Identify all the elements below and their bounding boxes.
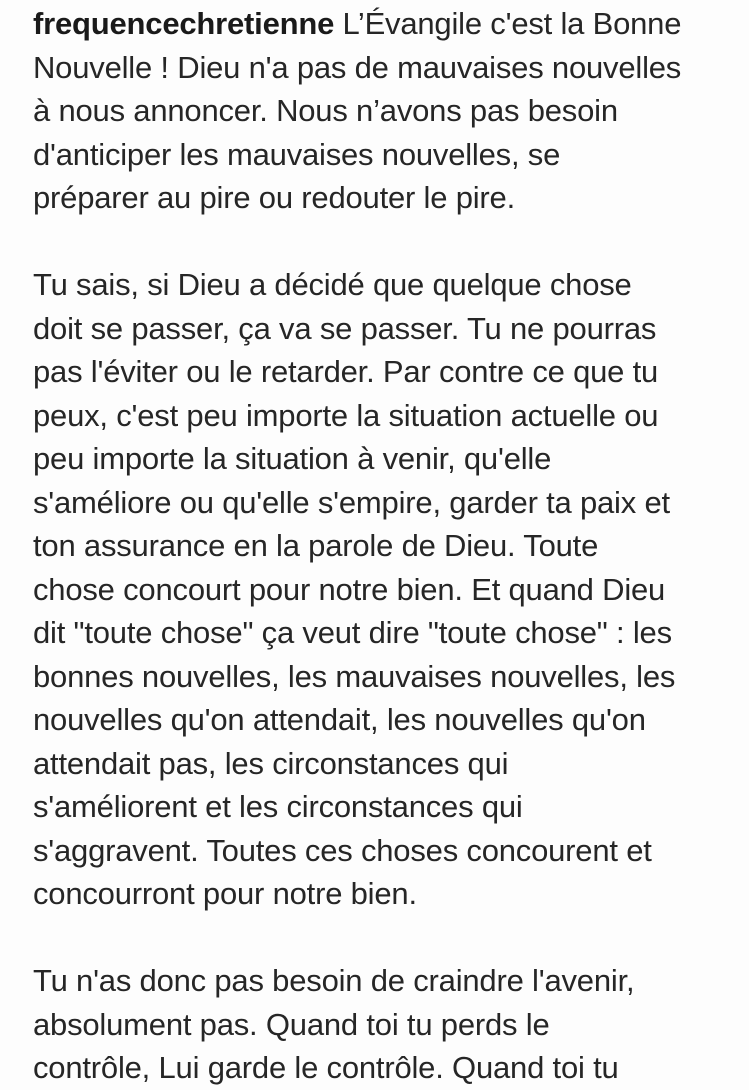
caption-line: s'améliore ou qu'elle s'empire, garder t… <box>33 484 670 520</box>
caption-line: pas l'éviter ou le retarder. Par contre … <box>33 354 659 389</box>
caption-line: Tu sais, si Dieu a décidé que quelque ch… <box>33 267 632 302</box>
caption-line: frequencechretienne L’Évangile c'est la … <box>33 2 733 46</box>
caption-line: absolument pas. Quand toi tu perds le <box>33 1006 550 1042</box>
username-link[interactable]: frequencechretienne <box>33 6 334 41</box>
caption-line: préparer au pire ou redouter le pire. <box>33 180 516 215</box>
caption-line: nouvelles qu'on attendait, les nouvelles… <box>33 702 646 737</box>
caption-line: d'anticiper les mauvaises nouvelles, se <box>33 136 561 172</box>
caption-paragraph-1: frequencechretienne L’Évangile c'est la … <box>33 2 733 220</box>
caption-line: concourront pour notre bien. <box>33 876 417 911</box>
caption-line: s'aggravent. Toutes ces choses concouren… <box>33 832 652 868</box>
caption-line: doit se passer, ça va se passer. Tu ne p… <box>33 310 657 346</box>
caption-line: contrôle, Lui garde le contrôle. Quand t… <box>33 1050 619 1085</box>
caption-line: peux, c'est peu importe la situation act… <box>33 397 659 433</box>
caption-line: peu importe la situation à venir, qu'ell… <box>33 441 552 476</box>
caption-paragraph-2: Tu sais, si Dieu a décidé que quelque ch… <box>33 263 733 916</box>
post-caption: frequencechretienne L’Évangile c'est la … <box>33 2 733 1090</box>
caption-line: Nouvelle ! Dieu n'a pas de mauvaises nou… <box>33 49 682 85</box>
caption-line: à nous annoncer. Nous n’avons pas besoin <box>33 93 618 128</box>
caption-line: dit "toute chose" ça veut dire "toute ch… <box>33 615 672 650</box>
caption-paragraph-3: Tu n'as donc pas besoin de craindre l'av… <box>33 959 733 1090</box>
caption-line: attendait pas, les circonstances qui <box>33 745 509 781</box>
caption-line: bonnes nouvelles, les mauvaises nouvelle… <box>33 658 676 694</box>
caption-text: L’Évangile c'est la Bonne <box>334 6 682 41</box>
caption-line: Tu n'as donc pas besoin de craindre l'av… <box>33 963 635 998</box>
caption-line: s'améliorent et les circonstances qui <box>33 789 523 824</box>
caption-line: ton assurance en la parole de Dieu. Tout… <box>33 528 599 563</box>
caption-line: chose concourt pour notre bien. Et quand… <box>33 571 666 607</box>
